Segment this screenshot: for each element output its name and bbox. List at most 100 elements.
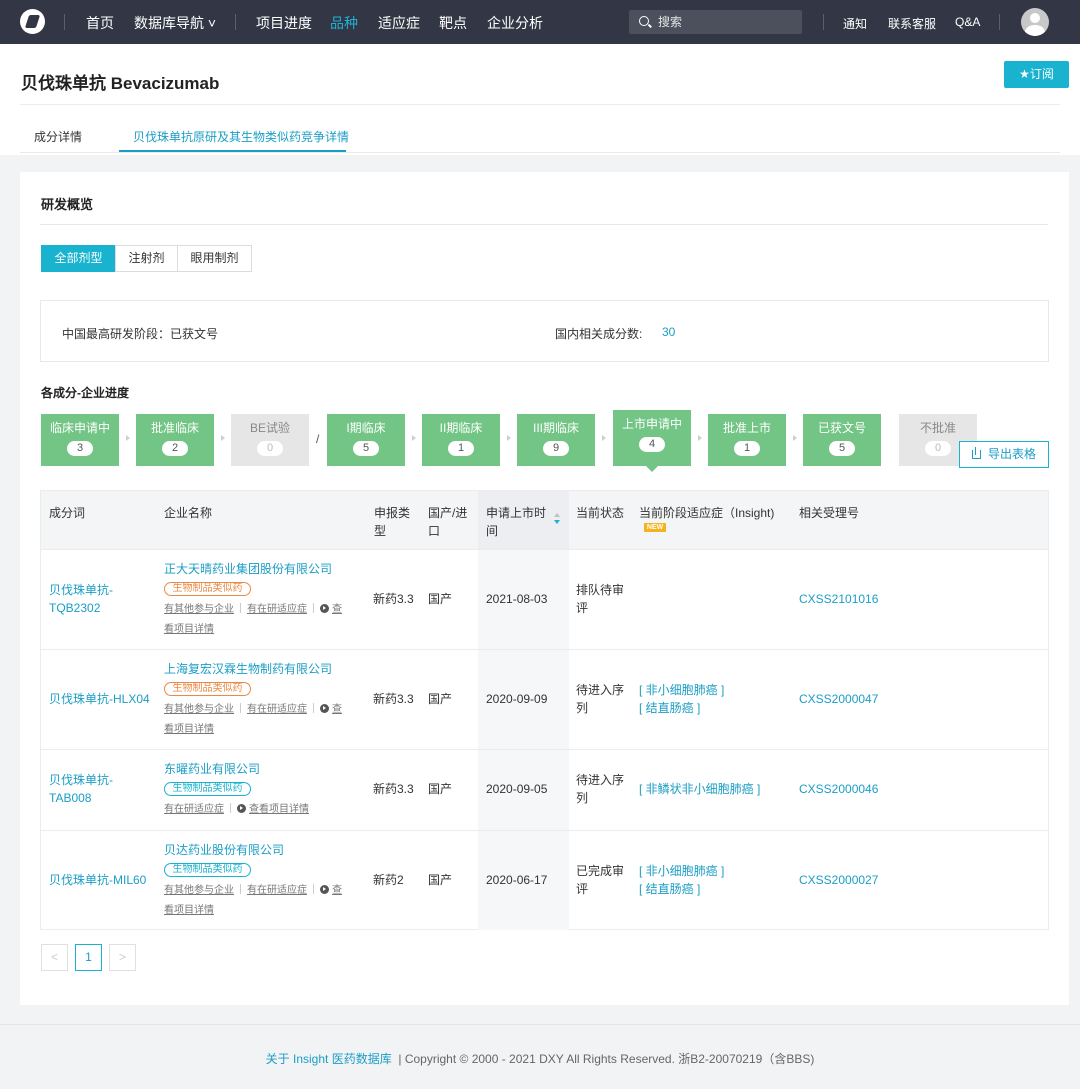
status-value: 待进入序 列	[576, 683, 625, 715]
project-details-link-tail[interactable]: 看项目详情	[164, 624, 214, 635]
stage-be-trial[interactable]: BE试验 0	[231, 414, 309, 466]
acceptance-link[interactable]: CXSS2000046	[799, 780, 878, 798]
indications-link[interactable]: 有在研适应症	[247, 604, 307, 615]
chevron-right-icon	[412, 435, 416, 441]
stage-label: BE试验	[249, 421, 290, 435]
pagination-prev[interactable]: <	[41, 944, 68, 971]
nav-targets[interactable]: 靶点	[439, 13, 467, 33]
project-details-link-tail[interactable]: 看项目详情	[164, 905, 214, 916]
indication-link[interactable]: [ 非鳞状非小细胞肺癌 ]	[639, 780, 760, 798]
sort-desc-icon[interactable]	[554, 520, 560, 524]
dxy-logo-icon[interactable]	[20, 9, 45, 34]
company-link[interactable]: 上海复宏汉霖生物制药有限公司	[164, 660, 332, 678]
nav-database-menu[interactable]: 数据库导航 ˅	[134, 13, 216, 33]
notifications-link[interactable]: 通知	[843, 15, 867, 32]
project-details-link[interactable]: 查	[332, 885, 342, 896]
date-value: 2020-09-05	[486, 782, 548, 796]
other-companies-link[interactable]: 有其他参与企业	[164, 704, 234, 715]
other-companies-link[interactable]: 有其他参与企业	[164, 604, 234, 615]
row-action-links-tail: 看项目详情	[164, 901, 214, 921]
table-row: 贝伐珠单抗- TQB2302 正大天晴药业集团股份有限公司 生物制品类似药 有其…	[41, 549, 1048, 649]
stage-phase-1[interactable]: I期临床 5	[327, 414, 405, 466]
project-details-link[interactable]: 查看项目详情	[249, 804, 309, 815]
arrow-circle-icon	[237, 804, 246, 813]
nav-varieties[interactable]: 品种	[330, 13, 358, 33]
other-companies-link[interactable]: 有其他参与企业	[164, 885, 234, 896]
nav-home[interactable]: 首页	[86, 13, 114, 33]
nav-divider	[235, 14, 236, 30]
stage-market-approved[interactable]: 批准上市 1	[708, 414, 786, 466]
stage-count: 4	[639, 437, 665, 452]
pagination-next[interactable]: >	[109, 944, 136, 971]
tab-competition-details[interactable]: 贝伐珠单抗原研及其生物类似药竞争详情	[133, 128, 349, 145]
ingredient-count-label: 国内相关成分数:	[555, 327, 643, 341]
dosage-tab-injection[interactable]: 注射剂	[115, 245, 178, 272]
dosage-tab-all[interactable]: 全部剂型	[41, 245, 116, 272]
stage-phase-3[interactable]: III期临床 9	[517, 414, 595, 466]
export-table-button[interactable]: 导出表格	[959, 441, 1049, 468]
col-ingredient: 成分词	[49, 506, 86, 520]
company-link[interactable]: 贝达药业股份有限公司	[164, 841, 284, 859]
tab-ingredient-details[interactable]: 成分详情	[34, 128, 82, 145]
stage-label: 不批准	[919, 421, 956, 435]
ingredient-link[interactable]: 贝伐珠单抗- TAB008	[49, 771, 113, 807]
col-date[interactable]: 申请上市时 间	[486, 504, 546, 540]
status-value: 已完成审 评	[576, 864, 625, 896]
stage-clinical-application[interactable]: 临床申请中 3	[41, 414, 119, 466]
company-link[interactable]: 正大天晴药业集团股份有限公司	[164, 560, 332, 578]
ingredient-link[interactable]: 贝伐珠单抗-MIL60	[49, 871, 146, 889]
acceptance-link[interactable]: CXSS2000047	[799, 690, 878, 708]
sort-asc-icon[interactable]	[554, 513, 560, 517]
dosage-tab-ophthalmic[interactable]: 眼用制剂	[177, 245, 252, 272]
category-tag: 生物制品类似药	[164, 582, 251, 596]
qa-link[interactable]: Q&A	[955, 15, 980, 29]
acceptance-link[interactable]: CXSS2101016	[799, 590, 878, 608]
about-link[interactable]: 关于 Insight 医药数据库	[266, 1052, 392, 1066]
date-value: 2020-06-17	[486, 873, 548, 887]
pagination-page-1[interactable]: 1	[75, 944, 102, 971]
contact-support-link[interactable]: 联系客服	[888, 15, 936, 32]
table-row: 贝伐珠单抗-HLX04 上海复宏汉霖生物制药有限公司 生物制品类似药 有其他参与…	[41, 649, 1048, 749]
nav-company-analysis[interactable]: 企业分析	[487, 13, 543, 33]
acceptance-link[interactable]: CXSS2000027	[799, 871, 878, 889]
ingredient-link[interactable]: 贝伐珠单抗- TQB2302	[49, 581, 113, 617]
nav-indications[interactable]: 适应症	[378, 13, 420, 33]
export-label: 导出表格	[987, 447, 1036, 461]
section-title-overview: 研发概览	[41, 197, 94, 212]
col-company: 企业名称	[164, 506, 213, 520]
project-details-link[interactable]: 查	[332, 604, 342, 615]
indication-link[interactable]: [ 非小细胞肺癌 ] [ 结直肠癌 ]	[639, 681, 724, 717]
indications-link[interactable]: 有在研适应症	[164, 804, 224, 815]
indication-link[interactable]: [ 非小细胞肺癌 ] [ 结直肠癌 ]	[639, 862, 724, 898]
ingredient-count-value[interactable]: 30	[662, 325, 675, 339]
search-input[interactable]	[658, 14, 788, 30]
stage-phase-2[interactable]: II期临床 1	[422, 414, 500, 466]
type-value: 新药3.3	[373, 782, 414, 796]
stage-count: 3	[67, 441, 93, 456]
indications-link[interactable]: 有在研适应症	[247, 885, 307, 896]
page-title: 贝伐珠单抗 Bevacizumab	[21, 74, 220, 93]
divider	[20, 104, 1060, 105]
stage-count: 0	[925, 441, 951, 456]
origin-value: 国产	[428, 873, 453, 887]
top-nav-bar: 首页 数据库导航 ˅ 项目进度 品种 适应症 靶点 企业分析 通知 联系客服 Q…	[0, 0, 1080, 44]
category-tag: 生物制品类似药	[164, 682, 251, 696]
search-box[interactable]	[629, 10, 802, 34]
stage-clinical-approved[interactable]: 批准临床 2	[136, 414, 214, 466]
user-avatar-icon[interactable]	[1021, 8, 1049, 36]
stage-market-application[interactable]: 上市申请中 4	[613, 410, 691, 472]
project-details-link[interactable]: 查	[332, 704, 342, 715]
row-action-links-tail: 看项目详情	[164, 720, 214, 740]
stage-license-obtained[interactable]: 已获文号 5	[803, 414, 881, 466]
stage-label: 已获文号	[817, 421, 866, 435]
subscribe-button[interactable]: ★订阅	[1004, 61, 1069, 88]
company-link[interactable]: 东曜药业有限公司	[164, 760, 260, 778]
table-row: 贝伐珠单抗-MIL60 贝达药业股份有限公司 生物制品类似药 有其他参与企业 有在…	[41, 830, 1048, 930]
nav-project-progress[interactable]: 项目进度	[256, 13, 312, 33]
row-action-links-tail: 看项目详情	[164, 620, 214, 640]
project-details-link-tail[interactable]: 看项目详情	[164, 724, 214, 735]
ingredient-link[interactable]: 贝伐珠单抗-HLX04	[49, 690, 150, 708]
date-value: 2020-09-09	[486, 692, 548, 706]
col-status: 当前状态	[576, 506, 625, 520]
indications-link[interactable]: 有在研适应症	[247, 704, 307, 715]
